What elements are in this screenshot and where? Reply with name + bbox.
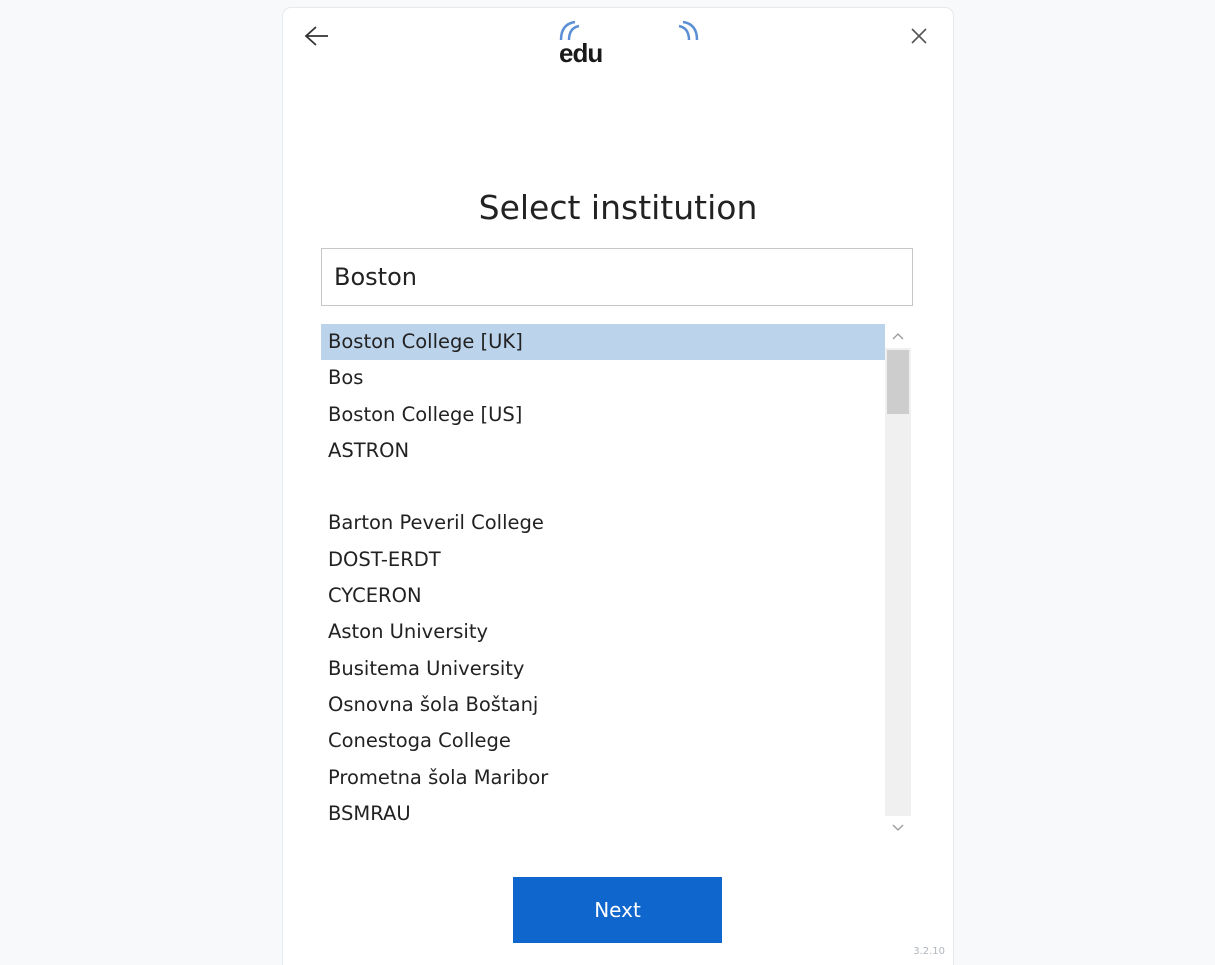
list-item[interactable]: Busitema University [321, 651, 887, 687]
scroll-down-button[interactable] [885, 816, 911, 840]
list-item[interactable]: Aston University [321, 614, 887, 650]
list-item[interactable]: Bos [321, 360, 887, 396]
institution-list: Boston College [UK] Bos Boston College [US… [321, 324, 917, 840]
version-label: 3.2.10 [913, 946, 945, 957]
list-item[interactable]: Barton Peveril College [321, 505, 887, 541]
logo-text: edu [559, 38, 603, 68]
list-scrollbar[interactable] [885, 324, 911, 840]
page-title: Select institution [478, 188, 758, 228]
scroll-up-button[interactable] [885, 324, 911, 348]
list-item[interactable]: Prometna šola Maribor [321, 760, 887, 796]
arrow-left-icon [304, 26, 328, 46]
app-window: edu Select institution Boston College [U… [283, 8, 953, 965]
chevron-down-icon [892, 824, 904, 831]
eduroam-logo: edu [559, 20, 699, 68]
institution-list-items: Boston College [UK] Bos Boston College [US… [321, 324, 887, 832]
list-item[interactable]: CYCERON [321, 578, 887, 614]
institution-search-input[interactable] [321, 248, 913, 306]
list-item[interactable]: DOST-ERDT [321, 542, 887, 578]
list-item[interactable]: BSMRAU [321, 796, 887, 832]
list-item[interactable]: Conestoga College [321, 723, 887, 759]
list-item[interactable]: ASTRON [321, 433, 887, 469]
close-icon [911, 28, 927, 44]
list-item[interactable]: Osnovna šola Boštanj [321, 687, 887, 723]
back-button[interactable] [301, 20, 333, 52]
chevron-up-icon [892, 333, 904, 340]
list-item[interactable]: Boston College [UK] [321, 324, 887, 361]
list-item[interactable]: Boston College [US] [321, 397, 887, 433]
close-button[interactable] [903, 20, 935, 52]
next-button[interactable]: Next [513, 877, 722, 943]
list-item[interactable] [321, 469, 887, 505]
scroll-thumb[interactable] [887, 350, 909, 414]
